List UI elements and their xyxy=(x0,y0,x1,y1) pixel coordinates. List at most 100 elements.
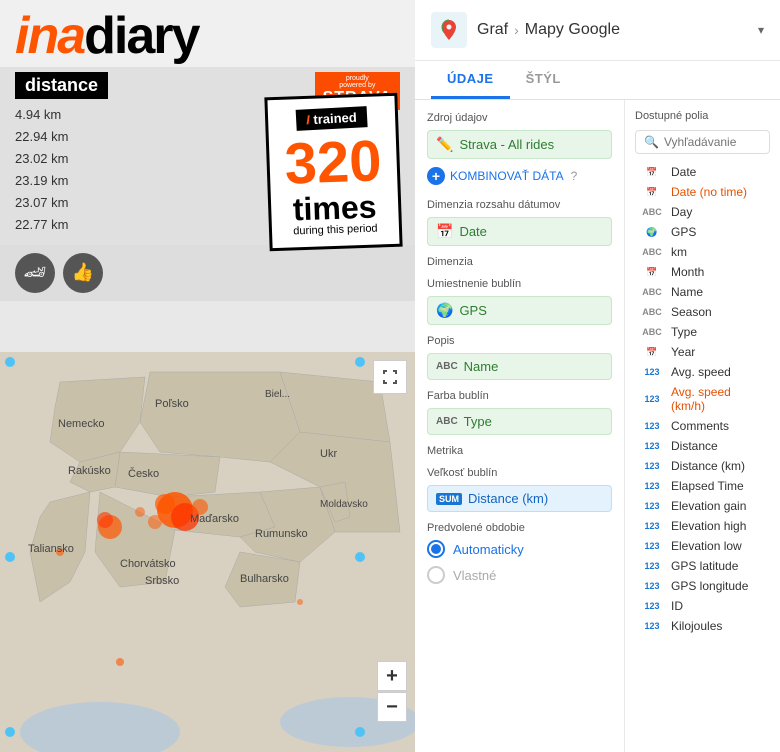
list-item[interactable]: 123Elevation high xyxy=(635,516,770,536)
abc-chip-icon: ABC xyxy=(436,361,458,372)
field-type-icon: 🌍 xyxy=(639,227,665,238)
data-source-value: Strava - All rides xyxy=(459,137,554,152)
list-item[interactable]: ABCSeason xyxy=(635,302,770,322)
bubble-color-label: Farba bublín xyxy=(427,390,612,402)
list-item[interactable]: 123Elevation gain xyxy=(635,496,770,516)
help-icon: ? xyxy=(571,169,578,183)
corner-dot-mr xyxy=(355,552,365,562)
map-svg: Poľsko Biel... Nemecko Česko Ukr Rakúsko… xyxy=(0,352,415,752)
field-name: ID xyxy=(671,599,683,613)
breadcrumb: Graf › Mapy Google xyxy=(477,21,748,39)
list-item[interactable]: 123Elapsed Time xyxy=(635,476,770,496)
list-item[interactable]: 123Kilojoules xyxy=(635,616,770,636)
google-maps-icon xyxy=(431,12,467,48)
list-item[interactable]: 123GPS latitude xyxy=(635,556,770,576)
field-name: GPS longitude xyxy=(671,579,748,593)
corner-dot-ml xyxy=(5,552,15,562)
map-area: Poľsko Biel... Nemecko Česko Ukr Rakúsko… xyxy=(0,352,415,752)
corner-dot-tr xyxy=(355,357,365,367)
list-item[interactable]: 123Avg. speed xyxy=(635,362,770,382)
search-input[interactable] xyxy=(664,135,761,149)
list-item[interactable]: 123Distance (km) xyxy=(635,456,770,476)
list-item[interactable]: 123Avg. speed (km/h) xyxy=(635,382,770,416)
list-item[interactable]: ABCDay xyxy=(635,202,770,222)
field-name: Elevation gain xyxy=(671,499,746,513)
field-name: Type xyxy=(671,325,697,339)
plus-icon: + xyxy=(427,167,445,185)
list-item[interactable]: 📅Year xyxy=(635,342,770,362)
zoom-controls: + − xyxy=(377,661,407,722)
tab-udaje[interactable]: ÚDAJE xyxy=(431,61,510,99)
svg-text:Bulharsko: Bulharsko xyxy=(240,573,289,585)
tab-styl[interactable]: ŠTÝL xyxy=(510,61,577,99)
list-item[interactable]: 123GPS longitude xyxy=(635,576,770,596)
svg-text:Srbsko: Srbsko xyxy=(145,575,179,587)
globe-chip-icon: 🌍 xyxy=(436,302,453,319)
field-name: Comments xyxy=(671,419,729,433)
logo-area: inadiary xyxy=(0,0,415,67)
bubble-color-chip: ABC Type xyxy=(427,408,612,435)
thumbsup-icon: 👍 xyxy=(63,253,103,293)
list-item[interactable]: 📅Date (no time) xyxy=(635,182,770,202)
training-count: 320 xyxy=(284,132,383,193)
list-item[interactable]: ABCType xyxy=(635,322,770,342)
field-name: Elevation low xyxy=(671,539,742,553)
search-box[interactable]: 🔍 xyxy=(635,130,770,154)
zoom-out-button[interactable]: − xyxy=(377,692,407,722)
field-type-icon: 123 xyxy=(639,481,665,491)
period-custom-radio[interactable] xyxy=(427,566,445,584)
field-name: Year xyxy=(671,345,695,359)
list-item[interactable]: 123 Comments xyxy=(635,416,770,436)
fullscreen-button[interactable] xyxy=(373,360,407,394)
corner-dot-tl xyxy=(5,357,15,367)
field-name: GPS xyxy=(671,225,696,239)
strava-proudly: proudly xyxy=(346,75,369,82)
date-range-value: Date xyxy=(459,224,486,239)
bubble-size-label: Veľkosť bublín xyxy=(427,467,612,479)
description-value: Name xyxy=(464,359,499,374)
period-auto-option[interactable]: Automaticky xyxy=(427,540,612,558)
list-item[interactable]: 🌍 GPS xyxy=(635,222,770,242)
bubble-location-chip: 🌍 GPS xyxy=(427,296,612,325)
field-type-icon: 📅 xyxy=(639,187,665,198)
list-item[interactable]: 123ID xyxy=(635,596,770,616)
list-item[interactable]: 123Distance xyxy=(635,436,770,456)
field-type-icon: ABC xyxy=(639,307,665,317)
distance-label: distance xyxy=(15,72,108,99)
svg-text:Poľsko: Poľsko xyxy=(155,398,189,410)
svg-text:Rumunsko: Rumunsko xyxy=(255,528,308,540)
field-name: Kilojoules xyxy=(671,619,722,633)
list-item[interactable]: ABCName xyxy=(635,282,770,302)
list-item[interactable]: 📅Month xyxy=(635,262,770,282)
trained-i: I xyxy=(306,112,310,127)
field-type-icon: ABC xyxy=(639,247,665,257)
zoom-in-button[interactable]: + xyxy=(377,661,407,691)
svg-text:Moldavsko: Moldavsko xyxy=(320,499,368,510)
field-type-icon: 123 xyxy=(639,421,665,431)
trained-badge: I trained xyxy=(296,106,368,131)
svg-text:Maďarsko: Maďarsko xyxy=(190,513,239,525)
field-type-icon: 📅 xyxy=(639,267,665,278)
description-chip: ABC Name xyxy=(427,353,612,380)
period-auto-radio[interactable] xyxy=(427,540,445,558)
list-item[interactable]: ABCkm xyxy=(635,242,770,262)
list-item[interactable]: 123Elevation low xyxy=(635,536,770,556)
combine-label: KOMBINOVAŤ DÁTA xyxy=(450,169,564,183)
right-header: Graf › Mapy Google ▾ xyxy=(415,0,780,61)
header-dropdown-arrow[interactable]: ▾ xyxy=(758,23,764,37)
fullscreen-icon xyxy=(382,369,398,385)
corner-dot-bl xyxy=(5,727,15,737)
times-text: times xyxy=(286,190,384,225)
training-box: I trained 320 times during this period xyxy=(265,93,403,252)
period-custom-option[interactable]: Vlastné xyxy=(427,566,612,584)
field-name: GPS latitude xyxy=(671,559,738,573)
combine-data-button[interactable]: + KOMBINOVAŤ DÁTA ? xyxy=(427,163,612,189)
svg-text:Rakúsko: Rakúsko xyxy=(68,465,111,477)
svg-text:Ukr: Ukr xyxy=(320,448,337,460)
logo-ina: ina xyxy=(15,7,84,65)
field-name: Elevation high xyxy=(671,519,746,533)
field-type-icon: 123 xyxy=(639,367,665,377)
logo: inadiary xyxy=(15,10,400,62)
speedometer-icon: 🏎 xyxy=(15,253,55,293)
list-item[interactable]: 📅Date xyxy=(635,162,770,182)
